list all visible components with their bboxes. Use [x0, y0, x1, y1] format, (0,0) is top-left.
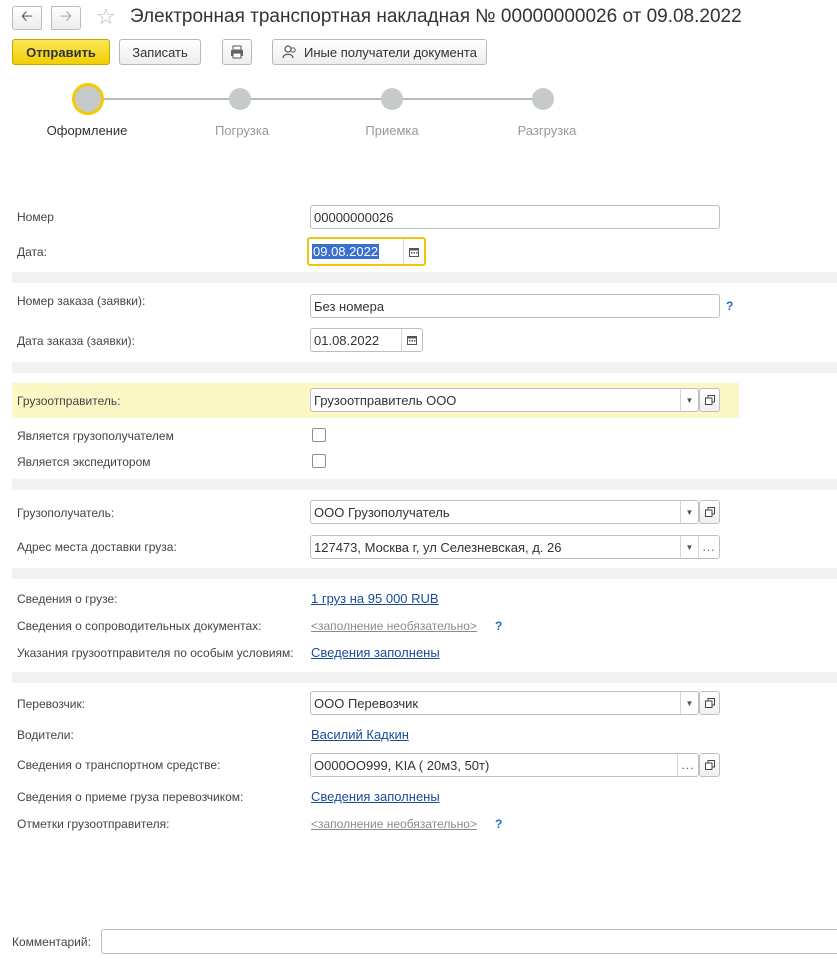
number-label: Номер: [17, 210, 54, 224]
shipper-label: Грузоотправитель:: [17, 394, 121, 408]
open-window-icon: [704, 395, 715, 405]
order-date-label: Дата заказа (заявки):: [17, 334, 135, 348]
is-forwarder-checkbox[interactable]: [312, 454, 326, 468]
open-window-icon: [704, 507, 715, 517]
dropdown-arrow-icon[interactable]: ▼: [680, 692, 698, 714]
shipper-field[interactable]: Грузоотправитель ООО ▼: [310, 388, 699, 412]
consignee-label: Грузополучатель:: [17, 506, 115, 520]
calendar-icon: [407, 336, 417, 345]
star-icon[interactable]: ☆: [96, 5, 116, 29]
drivers-label: Водители:: [17, 728, 74, 742]
comment-label: Комментарий:: [12, 935, 91, 949]
calendar-icon: [409, 247, 419, 257]
vehicle-field[interactable]: О000ОО999, KIA ( 20м3, 50т) ...: [310, 753, 699, 777]
progress-line: [88, 98, 543, 100]
step-dot-registration[interactable]: [72, 83, 104, 115]
dropdown-arrow-icon[interactable]: ▼: [680, 536, 698, 558]
shipper-instructions-label: Указания грузоотправителя по особым усло…: [17, 646, 294, 660]
open-window-icon: [704, 698, 715, 708]
step-label-loading[interactable]: Погрузка: [215, 123, 269, 138]
order-number-field[interactable]: Без номера: [310, 294, 720, 318]
dropdown-arrow-icon[interactable]: ▼: [680, 501, 698, 523]
section-separator: [12, 362, 837, 373]
is-consignee-label: Является грузополучателем: [17, 429, 174, 443]
vehicle-value: О000ОО999, KIA ( 20м3, 50т): [314, 757, 490, 773]
comment-field[interactable]: [101, 929, 837, 954]
save-button[interactable]: Записать: [119, 39, 201, 65]
back-button[interactable]: 🡠: [12, 6, 42, 30]
date-value: 09.08.2022: [312, 244, 380, 259]
carrier-field[interactable]: ООО Перевозчик ▼: [310, 691, 699, 715]
order-date-value: 01.08.2022: [314, 332, 380, 348]
is-consignee-checkbox[interactable]: [312, 428, 326, 442]
carrier-label: Перевозчик:: [17, 697, 86, 711]
open-window-icon: [704, 760, 715, 770]
step-label-unloading[interactable]: Разгрузка: [518, 123, 577, 138]
delivery-address-label: Адрес места доставки груза:: [17, 540, 177, 554]
section-separator: [12, 272, 837, 283]
carrier-open-button[interactable]: [699, 691, 720, 715]
step-label-acceptance[interactable]: Приемка: [365, 123, 418, 138]
print-button[interactable]: [222, 39, 252, 65]
shipper-value: Грузоотправитель ООО: [314, 392, 457, 408]
consignee-field[interactable]: ООО Грузополучатель ▼: [310, 500, 699, 524]
consignee-open-button[interactable]: [699, 500, 720, 524]
step-dot-acceptance[interactable]: [381, 88, 403, 110]
carrier-acceptance-link[interactable]: Сведения заполнены: [311, 789, 440, 804]
shipper-marks-help-icon[interactable]: ?: [495, 817, 502, 831]
page-title: Электронная транспортная накладная № 000…: [130, 6, 742, 27]
shipper-marks-link[interactable]: <заполнение необязательно>: [311, 817, 477, 831]
step-dot-loading[interactable]: [229, 88, 251, 110]
consignee-value: ООО Грузополучатель: [314, 504, 450, 520]
step-dot-unloading[interactable]: [532, 88, 554, 110]
forward-button[interactable]: 🡢: [51, 6, 81, 30]
step-label-registration[interactable]: Оформление: [47, 123, 128, 138]
other-recipients-label: Иные получатели документа: [304, 44, 477, 60]
number-field[interactable]: 00000000026: [310, 205, 720, 229]
shipper-open-button[interactable]: [699, 388, 720, 412]
shipper-instructions-link[interactable]: Сведения заполнены: [311, 645, 440, 660]
calendar-button[interactable]: [403, 239, 424, 264]
cargo-info-link[interactable]: 1 груз на 95 000 RUB: [311, 591, 439, 606]
arrow-left-icon: 🡠: [20, 7, 34, 25]
is-forwarder-label: Является экспедитором: [17, 455, 151, 469]
other-recipients-button[interactable]: Иные получатели документа: [272, 39, 487, 65]
accompanying-docs-label: Сведения о сопроводительных документах:: [17, 619, 262, 633]
accompanying-docs-help-icon[interactable]: ?: [495, 619, 502, 633]
section-separator: [12, 672, 837, 683]
more-button[interactable]: ...: [677, 754, 698, 776]
send-button[interactable]: Отправить: [12, 39, 110, 65]
order-number-help-icon[interactable]: ?: [726, 299, 733, 313]
accompanying-docs-link[interactable]: <заполнение необязательно>: [311, 619, 477, 633]
carrier-acceptance-label: Сведения о приеме груза перевозчиком:: [17, 790, 244, 804]
delivery-address-field[interactable]: 127473, Москва г, ул Селезневская, д. 26…: [310, 535, 720, 559]
more-button[interactable]: ...: [698, 536, 719, 558]
section-separator: [12, 568, 837, 579]
drivers-link[interactable]: Василий Кадкин: [311, 727, 409, 742]
order-number-value: Без номера: [314, 298, 385, 314]
date-label: Дата:: [17, 245, 47, 259]
cargo-info-label: Сведения о грузе:: [17, 592, 118, 606]
dropdown-arrow-icon[interactable]: ▼: [680, 389, 698, 411]
carrier-value: ООО Перевозчик: [314, 695, 419, 711]
delivery-address-value: 127473, Москва г, ул Селезневская, д. 26: [314, 539, 562, 555]
date-field[interactable]: 09.08.2022: [307, 237, 426, 266]
vehicle-label: Сведения о транспортном средстве:: [17, 758, 221, 772]
shipper-marks-label: Отметки грузоотправителя:: [17, 817, 170, 831]
number-value: 00000000026: [314, 209, 394, 225]
users-icon: [282, 45, 296, 59]
order-number-label: Номер заказа (заявки):: [17, 294, 146, 308]
order-calendar-button[interactable]: [401, 329, 422, 351]
section-separator: [12, 479, 837, 490]
printer-icon: [231, 45, 243, 59]
arrow-right-icon: 🡢: [59, 7, 73, 25]
vehicle-open-button[interactable]: [699, 753, 720, 777]
order-date-field[interactable]: 01.08.2022: [310, 328, 423, 352]
